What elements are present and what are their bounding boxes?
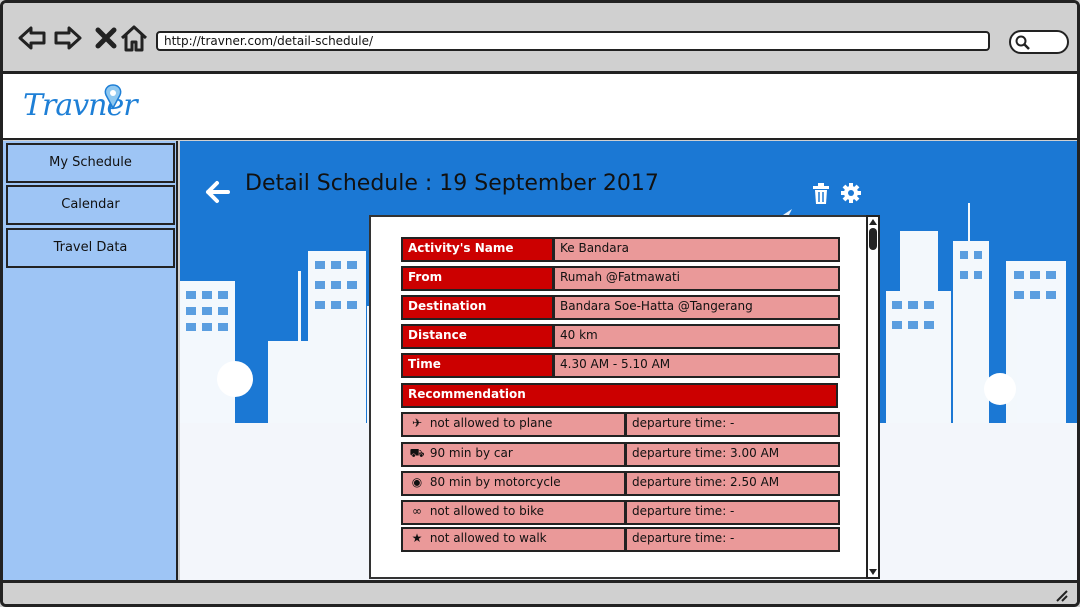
recommendation-mode: ★ not allowed to walk bbox=[401, 527, 626, 552]
home-icon[interactable] bbox=[119, 23, 149, 53]
sidebar: My Schedule Calendar Travel Data bbox=[3, 141, 178, 580]
recommendation-mode: ✈ not allowed to plane bbox=[401, 412, 626, 437]
scroll-down-icon[interactable] bbox=[868, 567, 878, 577]
app-header: Travner bbox=[3, 74, 1077, 140]
recommendation-departure: departure time: - bbox=[625, 412, 840, 437]
main-content: Detail Schedule : 19 September 2017 Acti… bbox=[180, 141, 1077, 580]
recommendation-departure: departure time: - bbox=[625, 527, 840, 552]
walk-icon: ★ bbox=[411, 531, 423, 545]
trash-icon[interactable] bbox=[812, 183, 830, 205]
recommendation-mode: ◉ 80 min by motorcycle bbox=[401, 471, 626, 496]
from-value: Rumah @Fatmawati bbox=[553, 266, 840, 291]
car-icon: ⛟ bbox=[409, 446, 425, 460]
plane-icon: ✈ bbox=[411, 416, 423, 430]
activity-name-label: Activity's Name bbox=[401, 237, 554, 262]
search-icon bbox=[1015, 35, 1030, 50]
recommendation-text: 90 min by car bbox=[429, 446, 513, 460]
schedule-detail-panel: Activity's Name Ke Bandara From Rumah @F… bbox=[369, 215, 869, 579]
scrollbar[interactable] bbox=[866, 215, 880, 579]
close-icon[interactable] bbox=[91, 23, 121, 53]
browser-window: http://travner.com/detail-schedule/ Trav… bbox=[0, 0, 1080, 607]
time-label: Time bbox=[401, 353, 554, 378]
from-label: From bbox=[401, 266, 554, 291]
url-bar[interactable]: http://travner.com/detail-schedule/ bbox=[156, 31, 990, 51]
browser-toolbar: http://travner.com/detail-schedule/ bbox=[3, 3, 1077, 74]
gear-icon[interactable] bbox=[840, 182, 862, 204]
recommendation-text: 80 min by motorcycle bbox=[429, 475, 561, 489]
distance-label: Distance bbox=[401, 324, 554, 349]
bike-icon: ∞ bbox=[412, 504, 422, 518]
browser-search-field[interactable] bbox=[1009, 30, 1069, 54]
motorcycle-icon: ◉ bbox=[411, 475, 423, 489]
scroll-thumb[interactable] bbox=[869, 228, 877, 250]
recommendation-departure: departure time: - bbox=[625, 500, 840, 525]
recommendation-text: not allowed to plane bbox=[429, 416, 553, 430]
back-icon[interactable] bbox=[17, 23, 47, 53]
forward-icon[interactable] bbox=[53, 23, 83, 53]
recommendation-mode: ⛟ 90 min by car bbox=[401, 442, 626, 467]
destination-value: Bandara Soe-Hatta @Tangerang bbox=[553, 295, 840, 320]
sidebar-item-travel-data[interactable]: Travel Data bbox=[6, 228, 175, 268]
page-title: Detail Schedule : 19 September 2017 bbox=[245, 171, 659, 196]
destination-label: Destination bbox=[401, 295, 554, 320]
sidebar-item-my-schedule[interactable]: My Schedule bbox=[6, 143, 175, 183]
time-value: 4.30 AM - 5.10 AM bbox=[553, 353, 840, 378]
recommendation-mode: ∞ not allowed to bike bbox=[401, 500, 626, 525]
recommendation-text: not allowed to walk bbox=[429, 531, 547, 545]
recommendation-header: Recommendation bbox=[401, 383, 838, 408]
recommendation-text: not allowed to bike bbox=[429, 504, 545, 518]
recommendation-departure: departure time: 3.00 AM bbox=[625, 442, 840, 467]
back-arrow-icon[interactable] bbox=[205, 179, 231, 205]
sidebar-item-calendar[interactable]: Calendar bbox=[6, 185, 175, 225]
activity-name-value: Ke Bandara bbox=[553, 237, 840, 262]
location-pin-icon bbox=[104, 84, 122, 110]
scroll-up-icon[interactable] bbox=[868, 217, 878, 227]
resize-grip-icon[interactable] bbox=[1053, 588, 1069, 602]
recommendation-departure: departure time: 2.50 AM bbox=[625, 471, 840, 496]
distance-value: 40 km bbox=[553, 324, 840, 349]
browser-status-bar bbox=[3, 580, 1077, 604]
